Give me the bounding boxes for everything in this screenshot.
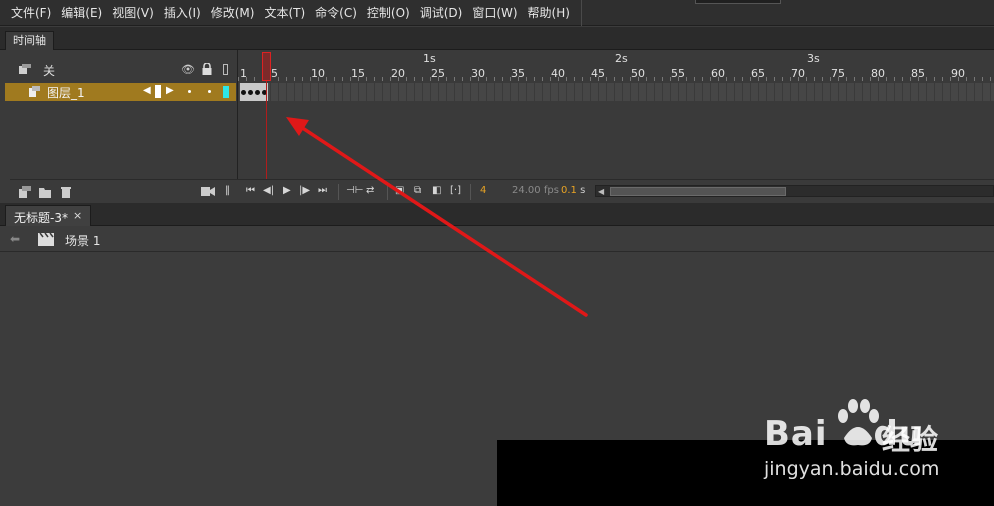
layer-row[interactable]: 图层_1 ◀ ▶ — [5, 83, 236, 101]
control-separator — [387, 184, 388, 200]
menu-separator — [580, 0, 582, 26]
layer-header: 关 👁 — [5, 59, 236, 81]
keyframe-dot[interactable] — [248, 90, 253, 95]
menu-edit[interactable]: 编辑(E) — [56, 0, 107, 26]
menu-bar: 文件(F) 编辑(E) 视图(V) 插入(I) 修改(M) 文本(T) 命令(C… — [0, 0, 994, 26]
second-marker: 2s — [615, 52, 628, 65]
scroll-left-icon[interactable]: ◀ — [598, 186, 604, 197]
step-back-icon[interactable]: ◀| — [263, 184, 274, 198]
menu-help[interactable]: 帮助(H) — [523, 0, 575, 26]
layer-name[interactable]: 图层_1 — [47, 84, 85, 101]
lock-icon[interactable] — [202, 63, 212, 75]
frame-ruler[interactable]: 1s 2s 3s 1 5 10 15 20 25 30 35 40 45 50 … — [238, 50, 994, 81]
frames-area[interactable]: 1s 2s 3s 1 5 10 15 20 25 30 35 40 45 50 … — [237, 50, 994, 179]
menu-control[interactable]: 控制(O) — [362, 0, 415, 26]
menu-commands[interactable]: 命令(C) — [310, 0, 362, 26]
add-keyframe-icon[interactable] — [155, 85, 161, 98]
fps-unit: fps — [543, 185, 559, 196]
layer-frame-row[interactable] — [238, 83, 994, 101]
keyframe-dot[interactable] — [255, 90, 260, 95]
menu-modify[interactable]: 修改(M) — [206, 0, 260, 26]
keyframe-span[interactable] — [240, 83, 268, 101]
watermark-cn: 经验 — [882, 423, 939, 456]
timeline-scrollbar[interactable]: ◀ — [595, 185, 994, 197]
step-forward-icon[interactable]: |▶ — [299, 184, 310, 198]
modify-markers-icon[interactable]: [·] — [450, 184, 461, 198]
timeline-controls: ‖ ⏮ ◀| ▶ |▶ ⏭ ⊣⊢ ⇄ ▣ ⧉ ◧ [·] 4 24.00 fps… — [201, 179, 994, 203]
second-marker: 1s — [423, 52, 436, 65]
menu-text[interactable]: 文本(T) — [259, 0, 310, 26]
close-icon[interactable]: × — [73, 209, 82, 222]
last-frame-icon[interactable]: ⏭ — [318, 184, 327, 198]
scrollbar-thumb[interactable] — [610, 187, 786, 196]
time-unit: s — [580, 185, 586, 196]
playhead-line — [266, 81, 267, 179]
layers-column: 关 👁 图层_1 ◀ ▶ — [5, 50, 241, 203]
layer-header-label: 关 — [43, 64, 56, 78]
show-all-layers-outline-icon[interactable] — [19, 64, 31, 75]
ruler-ticks — [238, 77, 994, 81]
scene-label[interactable]: 场景 1 — [65, 232, 100, 249]
camera-icon[interactable] — [201, 186, 215, 197]
baidu-jingyan-watermark: Bai du 经验 jingyan.baidu.com — [760, 396, 990, 488]
layer-icon — [29, 86, 40, 97]
tab-timeline[interactable]: 时间轴 — [5, 31, 54, 50]
clapperboard-icon — [38, 233, 54, 246]
layer-visible-dot[interactable] — [188, 90, 191, 93]
elapsed-time[interactable]: 0.1 s — [561, 185, 585, 196]
timeline-tab-strip: 时间轴 — [0, 27, 994, 50]
document-tab-strip: 无标题-3* × — [0, 203, 994, 226]
eye-icon[interactable]: 👁 — [181, 63, 195, 76]
second-marker: 3s — [807, 52, 820, 65]
new-layer-icon[interactable] — [19, 186, 31, 198]
tab-document[interactable]: 无标题-3* × — [5, 205, 91, 226]
current-frame[interactable]: 4 — [480, 185, 486, 196]
onion-outline-icon[interactable]: ⧉ — [414, 184, 421, 198]
frame-rate[interactable]: 24.00 fps — [512, 185, 559, 196]
loop-icon[interactable]: ⇄ — [366, 184, 374, 198]
control-separator — [338, 184, 339, 200]
onion-skin-icon[interactable]: ▣ — [395, 184, 404, 198]
fps-value[interactable]: 24.00 — [512, 185, 541, 196]
timeline-panel: 关 👁 图层_1 ◀ ▶ 1s 2s 3s 1 5 10 15 20 25 30… — [0, 50, 994, 203]
playhead[interactable] — [262, 52, 271, 81]
prev-keyframe-icon[interactable]: ◀ — [143, 85, 151, 96]
back-arrow-icon[interactable]: ⬅ — [10, 232, 20, 246]
center-frame-icon[interactable]: ⊣⊢ — [346, 184, 363, 198]
document-title[interactable]: 无标题-3* — [14, 209, 68, 226]
trash-icon[interactable] — [60, 186, 72, 198]
menu-window[interactable]: 窗口(W) — [467, 0, 522, 26]
workspace-switcher[interactable] — [695, 0, 781, 4]
next-keyframe-icon[interactable]: ▶ — [166, 85, 174, 96]
layer-lock-dot[interactable] — [208, 90, 211, 93]
menu-insert[interactable]: 插入(I) — [159, 0, 206, 26]
timeline-options-icon[interactable]: ‖ — [225, 184, 230, 198]
play-icon[interactable]: ▶ — [283, 184, 291, 198]
edit-multiple-frames-icon[interactable]: ◧ — [432, 184, 441, 198]
keyframe-dot[interactable] — [241, 90, 246, 95]
first-frame-icon[interactable]: ⏮ — [246, 184, 255, 198]
watermark-url: jingyan.baidu.com — [764, 458, 940, 480]
layer-outline-color[interactable] — [223, 86, 229, 98]
new-folder-icon[interactable] — [39, 186, 51, 198]
edit-bar: ⬅ 场景 1 — [0, 227, 994, 252]
control-separator — [470, 184, 471, 200]
menu-file[interactable]: 文件(F) — [6, 0, 56, 26]
menu-view[interactable]: 视图(V) — [107, 0, 159, 26]
time-value[interactable]: 0.1 — [561, 185, 577, 196]
outline-icon[interactable] — [223, 64, 228, 75]
menu-debug[interactable]: 调试(D) — [415, 0, 468, 26]
